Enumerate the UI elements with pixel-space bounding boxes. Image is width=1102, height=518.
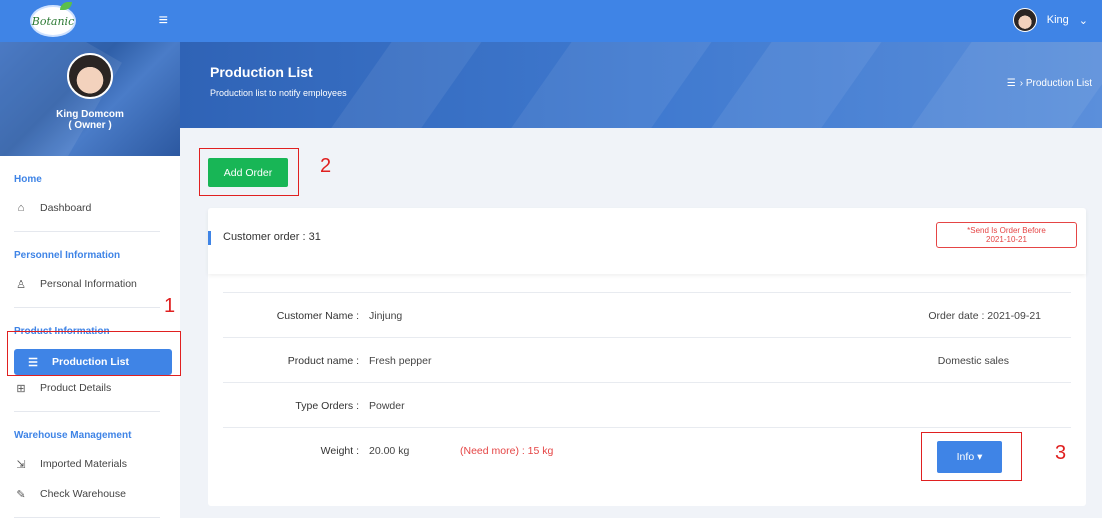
- annotation-number-3: 3: [1055, 442, 1067, 464]
- annotation-number-2: 2: [320, 155, 332, 177]
- weight-label: Weight :: [320, 445, 359, 457]
- page-title: Production List: [210, 64, 313, 80]
- sidebar: Botanic ≡ King Domcom ( Owner ) Home ⌂ D…: [0, 0, 180, 518]
- detail-row-product: Product name : Fresh pepper Domestic sal…: [223, 337, 1071, 382]
- list-icon: ☰: [1006, 78, 1016, 89]
- top-bar: King ⌄: [180, 0, 1102, 42]
- customer-order-heading: Customer order : 31: [223, 231, 321, 243]
- user-icon: ♙: [16, 278, 26, 291]
- divider: [14, 307, 160, 308]
- order-card-header: Customer order : 31 *Send Is Order Befor…: [208, 208, 1086, 274]
- need-more-warning: (Need more) : 15 kg: [460, 445, 554, 457]
- edit-icon: ✎: [16, 488, 26, 501]
- sidebar-item-label: Imported Materials: [40, 458, 127, 470]
- weight-value: 20.00 kg: [369, 445, 410, 457]
- sidebar-item-personal-information[interactable]: ♙ Personal Information: [14, 273, 160, 295]
- sidebar-item-check-warehouse[interactable]: ✎ Check Warehouse: [14, 483, 160, 505]
- product-name-value: Fresh pepper: [369, 355, 432, 367]
- sidebar-item-label: Personal Information: [40, 278, 137, 290]
- info-dropdown-button[interactable]: Info ▾: [937, 441, 1002, 473]
- banner-stripe: [501, 42, 719, 128]
- section-warehouse: Warehouse Management: [14, 430, 132, 441]
- product-name-label: Product name :: [287, 355, 359, 367]
- chevron-down-icon: ⌄: [1078, 14, 1088, 27]
- section-home: Home: [14, 174, 42, 185]
- username: King: [1046, 14, 1069, 26]
- breadcrumb[interactable]: ☰ › Production List: [1007, 78, 1092, 89]
- sidebar-item-imported-materials[interactable]: ⇲ Imported Materials: [14, 453, 160, 475]
- banner-stripe: [321, 42, 489, 128]
- sidebar-item-dashboard[interactable]: ⌂ Dashboard: [14, 197, 160, 219]
- annotation-box-1: [7, 331, 181, 376]
- hamburger-icon[interactable]: ≡: [159, 13, 168, 29]
- banner-stripe: [701, 42, 889, 128]
- send-notice-text: *Send Is Order Before: [967, 226, 1046, 235]
- breadcrumb-current: › Production List: [1019, 78, 1092, 89]
- grid-icon: ⊞: [16, 382, 26, 395]
- logo-text: Botanic: [31, 14, 75, 28]
- sidebar-item-label: Check Warehouse: [40, 488, 126, 500]
- type-orders-label: Type Orders :: [295, 400, 359, 412]
- send-before-badge: *Send Is Order Before 2021-10-21: [936, 222, 1077, 248]
- page-banner: Production List Production list to notif…: [180, 42, 1102, 128]
- app-logo[interactable]: Botanic: [30, 2, 76, 37]
- divider: [14, 411, 160, 412]
- sales-type: Domestic sales: [937, 355, 1009, 367]
- profile-name: King Domcom: [56, 109, 124, 120]
- send-notice-date: 2021-10-21: [986, 235, 1027, 244]
- user-menu[interactable]: King ⌄: [1012, 8, 1088, 32]
- sidebar-item-product-details[interactable]: ⊞ Product Details: [14, 377, 160, 399]
- profile-role: ( Owner ): [68, 120, 112, 131]
- accent-bar: [208, 231, 211, 245]
- order-date: Order date : 2021-09-21: [928, 310, 1041, 322]
- sidebar-item-label: Dashboard: [40, 202, 92, 214]
- detail-row-customer: Customer Name : Jinjung Order date : 202…: [223, 292, 1071, 337]
- annotation-number-1: 1: [164, 295, 176, 317]
- home-icon: ⌂: [17, 202, 25, 214]
- detail-row-type: Type Orders : Powder: [223, 382, 1071, 427]
- type-orders-value: Powder: [369, 400, 405, 412]
- customer-name-value: Jinjung: [369, 310, 403, 322]
- logo-bar: Botanic ≡: [0, 0, 180, 42]
- avatar: [1012, 8, 1037, 32]
- profile-card: King Domcom ( Owner ): [0, 42, 180, 156]
- import-icon: ⇲: [16, 458, 26, 471]
- section-personnel: Personnel Information: [14, 250, 121, 261]
- add-order-button[interactable]: Add Order: [208, 158, 288, 187]
- avatar[interactable]: [67, 53, 113, 99]
- customer-name-label: Customer Name :: [276, 310, 359, 322]
- leaf-icon: [60, 2, 72, 10]
- divider: [14, 231, 160, 232]
- sidebar-item-label: Product Details: [40, 382, 112, 394]
- page-subtitle: Production list to notify employees: [210, 88, 347, 98]
